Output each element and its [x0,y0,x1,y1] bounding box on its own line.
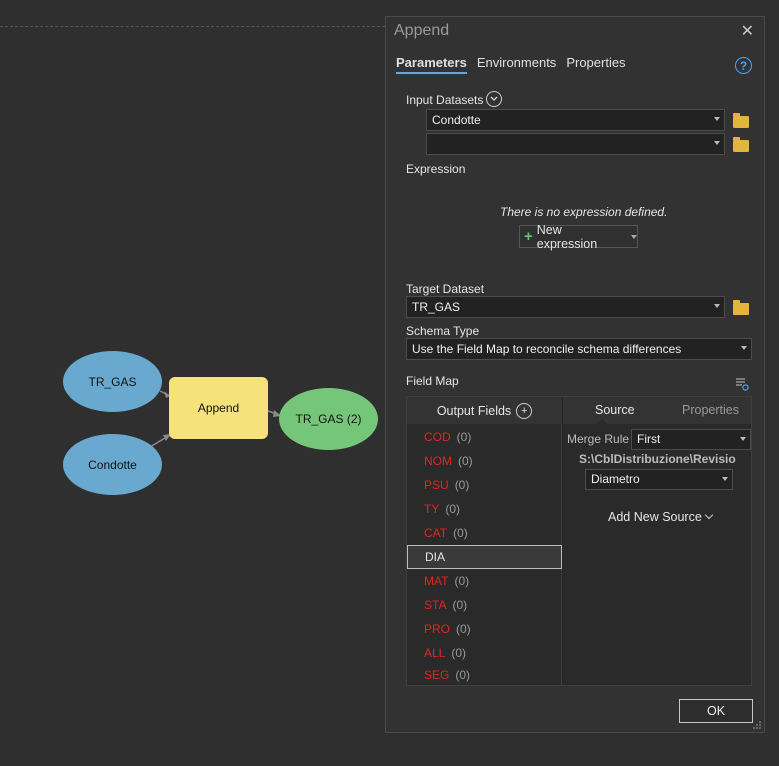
node-trgas2-output[interactable]: TR_GAS (2) [279,388,378,450]
field-row[interactable]: TY (0) [407,497,562,521]
pane-title: Append [394,22,450,39]
node-trgas-input[interactable]: TR_GAS [63,351,162,412]
merge-rule-label: Merge Rule [567,432,630,446]
field-name: COD [424,430,451,444]
chevron-down-icon[interactable] [486,91,502,107]
node-label: Condotte [88,457,137,472]
field-name: NOM [424,454,452,468]
tab-parameters[interactable]: Parameters [396,55,467,74]
tab-environments[interactable]: Environments [477,55,556,74]
pane-tabs: Parameters Environments Properties [396,55,626,74]
field-name: PRO [424,622,451,636]
field-map-label: Field Map [406,374,459,388]
node-condotte-input[interactable]: Condotte [63,434,162,495]
input-dataset-select-1[interactable]: Condotte [426,109,725,131]
add-new-source-label: Add New Source [608,510,702,524]
tab-source[interactable]: Source [595,403,635,417]
field-count: (0) [454,574,470,588]
merge-rule-select[interactable]: First [631,429,751,450]
output-fields-list: Output Fields + COD (0) NOM (0) PSU (0) … [407,397,562,685]
field-count: (0) [452,598,468,612]
plus-icon: + [524,228,533,245]
append-tool-pane: Append ✕ Parameters Environments Propert… [385,16,765,733]
field-count: (0) [451,646,467,660]
field-map-reset-icon[interactable] [735,377,749,391]
input-dataset-value: Condotte [432,113,481,127]
new-expression-label: New expression [536,222,598,251]
field-count: (0) [458,454,473,468]
source-field-select[interactable]: Diametro [585,469,733,490]
caret-icon [740,437,746,441]
target-dataset-label: Target Dataset [406,282,485,296]
field-row[interactable]: STA (0) [407,593,562,617]
field-count: (0) [453,526,468,540]
add-field-icon[interactable]: + [516,402,533,419]
field-properties-panel: Source Properties Merge Rule First S:\Cb… [563,397,751,685]
field-count: (0) [456,622,471,636]
field-row-selected[interactable]: DIA [407,545,562,569]
schema-type-select[interactable]: Use the Field Map to reconcile schema di… [406,338,752,360]
field-row[interactable]: MAT (0) [407,569,562,593]
field-name: STA [424,598,447,612]
node-label: Append [197,401,240,415]
field-row[interactable]: CAT (0) [407,521,562,545]
no-expression-text: There is no expression defined. [500,205,668,219]
schema-type-label: Schema Type [406,324,480,338]
field-name: DIA [425,550,446,564]
merge-rule-value: First [637,432,661,446]
source-tabs: Source Properties [563,397,751,425]
node-append-tool[interactable]: Append [169,377,268,439]
field-row[interactable]: SEG (0) [407,665,562,685]
new-expression-button[interactable]: + New expression [519,222,638,251]
field-name: PSU [424,478,449,492]
target-dataset-select[interactable]: TR_GAS [406,296,725,318]
source-field-value: Diametro [591,472,640,486]
folder-icon[interactable] [733,137,749,152]
folder-icon[interactable] [733,300,749,315]
input-datasets-label: Input Datasets [406,93,484,107]
help-icon[interactable]: ? [735,57,752,74]
node-label: TR_GAS [88,374,137,389]
output-fields-header: Output Fields + [407,397,562,424]
field-count: (0) [456,430,472,444]
field-row[interactable]: NOM (0) [407,449,562,473]
active-tab-pointer [596,419,608,425]
node-label: TR_GAS (2) [295,412,362,426]
field-row[interactable]: PSU (0) [407,473,562,497]
field-count: (0) [445,502,461,516]
field-name: MAT [424,574,449,588]
field-map-panel: Output Fields + COD (0) NOM (0) PSU (0) … [406,396,752,686]
field-count: (0) [455,668,471,682]
tab-field-properties[interactable]: Properties [682,403,739,417]
input-dataset-select-2[interactable] [426,133,725,155]
field-row[interactable]: COD (0) [407,425,562,449]
expression-label: Expression [406,162,466,176]
field-name: CAT [424,526,448,540]
field-row[interactable]: ALL (0) [407,641,562,665]
chevron-down-icon [704,510,714,520]
field-name: SEG [424,668,450,682]
output-fields-title: Output Fields [436,403,512,418]
caret-icon [714,304,720,308]
resize-grip-icon[interactable] [752,720,762,730]
caret-icon [741,346,747,350]
caret-icon [631,234,637,239]
ok-button[interactable]: OK [679,699,753,723]
schema-type-value: Use the Field Map to reconcile schema di… [412,342,682,356]
source-path: S:\CblDistribuzione\Revisio [579,452,736,466]
target-dataset-value: TR_GAS [412,300,461,314]
close-icon[interactable]: ✕ [741,21,754,41]
caret-icon [714,141,720,145]
field-count: (0) [454,478,470,492]
field-name: TY [424,502,440,516]
caret-icon [722,477,728,481]
folder-icon[interactable] [733,113,749,128]
tab-properties[interactable]: Properties [566,55,625,74]
field-name: ALL [424,646,446,660]
field-row[interactable]: PRO (0) [407,617,562,641]
add-new-source-button[interactable]: Add New Source [608,510,714,524]
caret-icon [714,117,720,121]
